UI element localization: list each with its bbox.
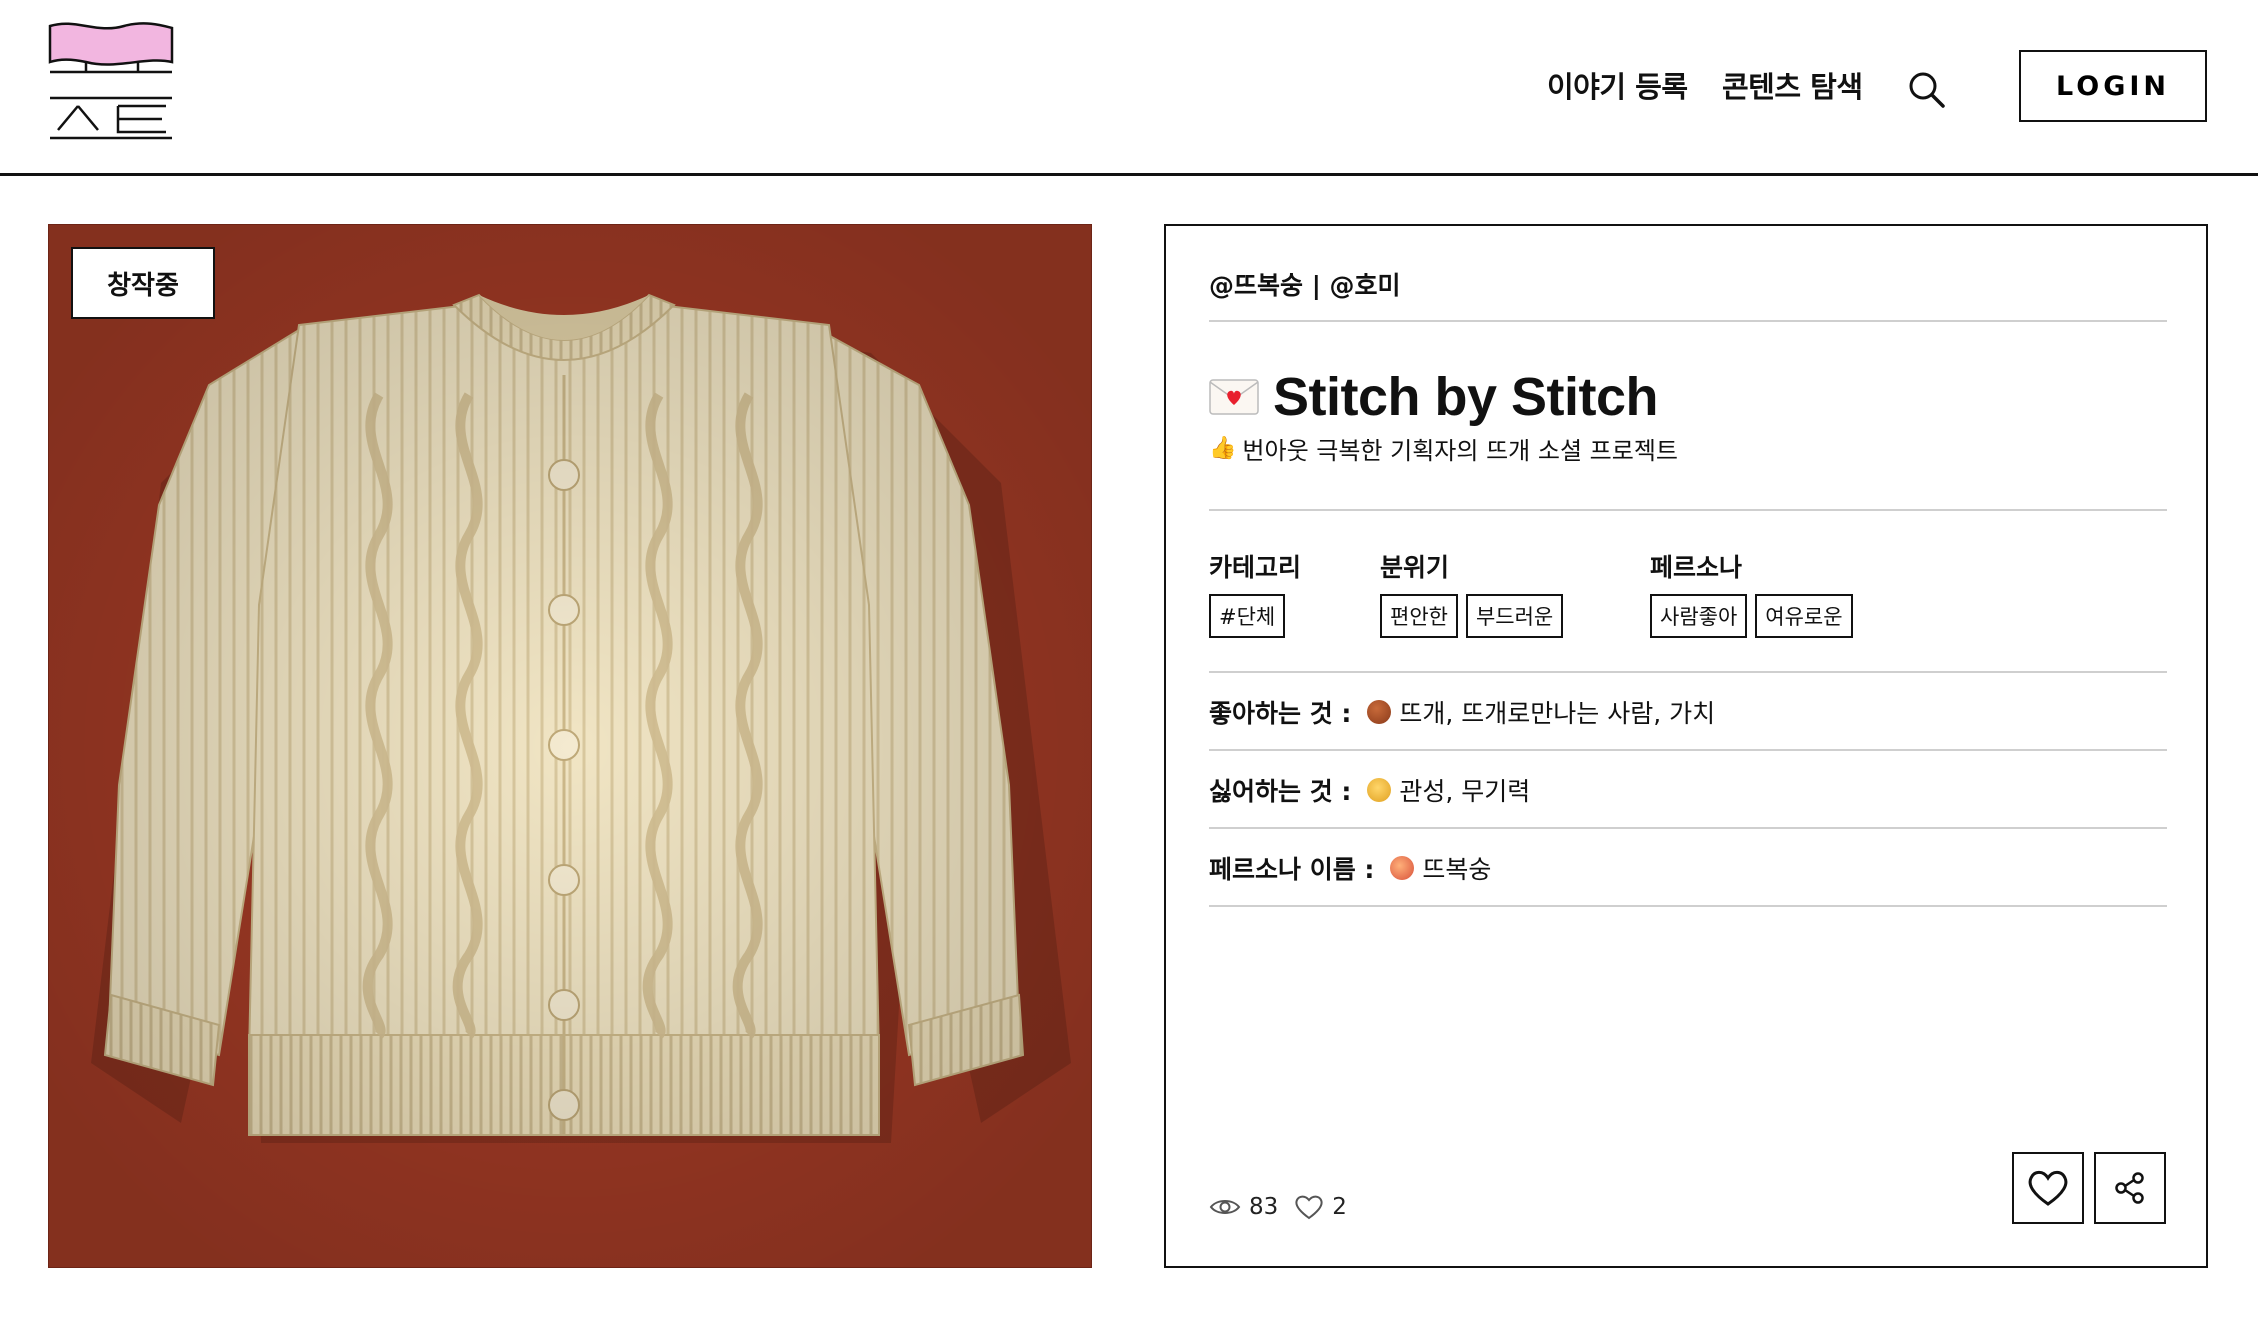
heart-icon [2028,1170,2068,1206]
project-image: 창작중 [48,224,1092,1268]
search-icon[interactable] [1906,69,1946,109]
category-label: 카테고리 [1209,553,1302,582]
stats-row: 83 2 [1209,1194,1347,1220]
mood-tag[interactable]: 편안한 [1380,594,1458,638]
yarn-ball-icon [1367,700,1392,724]
divider [1209,320,2167,322]
thumbs-up-icon: 👍 [1209,436,1237,461]
project-authors[interactable]: @뜨복숭 | @호미 [1209,266,1401,302]
heart-outline-icon [1295,1195,1323,1220]
divider [1209,905,2167,907]
divider [1209,827,2167,829]
category-group: 카테고리 #단체 [1209,548,1301,638]
likes-label: 좋아하는 것 : [1209,699,1352,728]
likes-value: 뜨개, 뜨개로만나는 사람, 가치 [1399,699,1716,728]
dislikes-label: 싫어하는 것 : [1209,777,1352,806]
mood-tag[interactable]: 부드러운 [1465,594,1564,638]
peach-icon [1390,856,1415,880]
persona-name-row: 페르소나 이름 : 뜨복숭 [1209,850,1491,886]
eye-icon [1209,1200,1241,1214]
category-tag[interactable]: #단체 [1209,594,1286,638]
persona-tag[interactable]: 사람좋아 [1650,594,1748,638]
divider [1209,671,2167,673]
cardigan-image [49,225,1091,1267]
mood-group: 분위기 편안한 부드러운 [1380,548,1564,638]
persona-name-label: 페르소나 이름 : [1209,855,1375,884]
site-header: 이야기 등록 콘텐츠 탐색 LOGIN [0,0,2258,176]
dislikes-row: 싫어하는 것 : 관성, 무기력 [1209,772,1530,808]
persona-tag[interactable]: 여유로운 [1755,594,1853,638]
divider [1209,749,2167,751]
mood-label: 분위기 [1380,553,1450,582]
share-icon [2115,1172,2144,1204]
project-title: Stitch by Stitch [1273,367,1659,427]
nav-register-story[interactable]: 이야기 등록 [1547,64,1688,106]
sad-face-icon [1367,778,1392,802]
view-count: 83 [1249,1194,1279,1220]
project-info-card: @뜨복숭 | @호미 Stitch by Stitch 👍 번아웃 극복한 기획… [1164,224,2208,1268]
envelope-heart-icon [1209,379,1259,415]
site-logo[interactable] [46,20,176,142]
like-count: 2 [1332,1194,1347,1220]
title-row: Stitch by Stitch [1209,366,1659,428]
like-button[interactable] [2012,1152,2084,1224]
dislikes-value: 관성, 무기력 [1399,777,1531,806]
project-subtitle: 번아웃 극복한 기획자의 뜨개 소셜 프로젝트 [1242,437,1678,465]
persona-name-value: 뜨복숭 [1422,855,1492,884]
nav-browse-content[interactable]: 콘텐츠 탐색 [1722,64,1863,106]
status-badge: 창작중 [71,247,215,319]
share-button[interactable] [2094,1152,2166,1224]
login-button[interactable]: LOGIN [2019,50,2207,122]
likes-row: 좋아하는 것 : 뜨개, 뜨개로만나는 사람, 가치 [1209,694,1715,730]
subtitle-row: 👍 번아웃 극복한 기획자의 뜨개 소셜 프로젝트 [1209,431,1678,466]
divider [1209,509,2167,511]
persona-label: 페르소나 [1650,553,1743,582]
persona-group: 페르소나 사람좋아 여유로운 [1650,548,1853,638]
